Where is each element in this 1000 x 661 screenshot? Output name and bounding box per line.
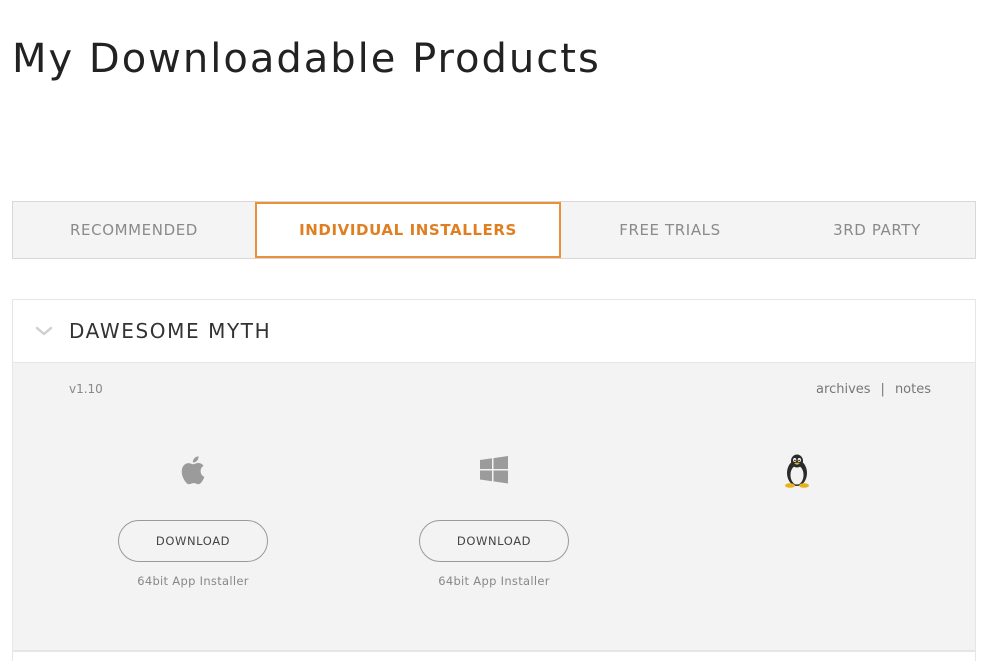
notes-link[interactable]: notes bbox=[895, 382, 931, 397]
tab-free-trials[interactable]: FREE TRIALS bbox=[561, 202, 779, 258]
chevron-down-icon[interactable] bbox=[35, 322, 53, 340]
mac-download-button[interactable]: DOWNLOAD bbox=[118, 520, 268, 562]
product-name: DAWESOME MYTH bbox=[69, 319, 272, 343]
tab-3rd-party[interactable]: 3RD PARTY bbox=[779, 202, 975, 258]
linux-tux-icon bbox=[785, 454, 809, 488]
link-separator: | bbox=[880, 382, 885, 397]
archives-link[interactable]: archives bbox=[816, 382, 871, 397]
windows-installer-caption: 64bit App Installer bbox=[438, 574, 550, 588]
product-links: archives | notes bbox=[816, 382, 931, 397]
tab-individual-installers[interactable]: INDIVIDUAL INSTALLERS bbox=[255, 202, 561, 258]
product-panel: DAWESOME MYTH v1.10 archives | notes DOW… bbox=[12, 299, 976, 651]
product-tabs: RECOMMENDED INDIVIDUAL INSTALLERS FREE T… bbox=[12, 201, 976, 259]
platform-linux bbox=[717, 450, 877, 490]
version-label: v1.10 bbox=[69, 382, 103, 396]
next-product-row bbox=[12, 651, 976, 661]
apple-icon bbox=[181, 456, 205, 485]
platform-mac: DOWNLOAD 64bit App Installer bbox=[113, 450, 273, 588]
windows-icon bbox=[480, 456, 508, 484]
product-header[interactable]: DAWESOME MYTH bbox=[13, 300, 975, 363]
platform-windows: DOWNLOAD 64bit App Installer bbox=[414, 450, 574, 588]
tab-recommended[interactable]: RECOMMENDED bbox=[13, 202, 255, 258]
mac-installer-caption: 64bit App Installer bbox=[137, 574, 249, 588]
windows-download-button[interactable]: DOWNLOAD bbox=[419, 520, 569, 562]
page-title: My Downloadable Products bbox=[12, 36, 601, 82]
